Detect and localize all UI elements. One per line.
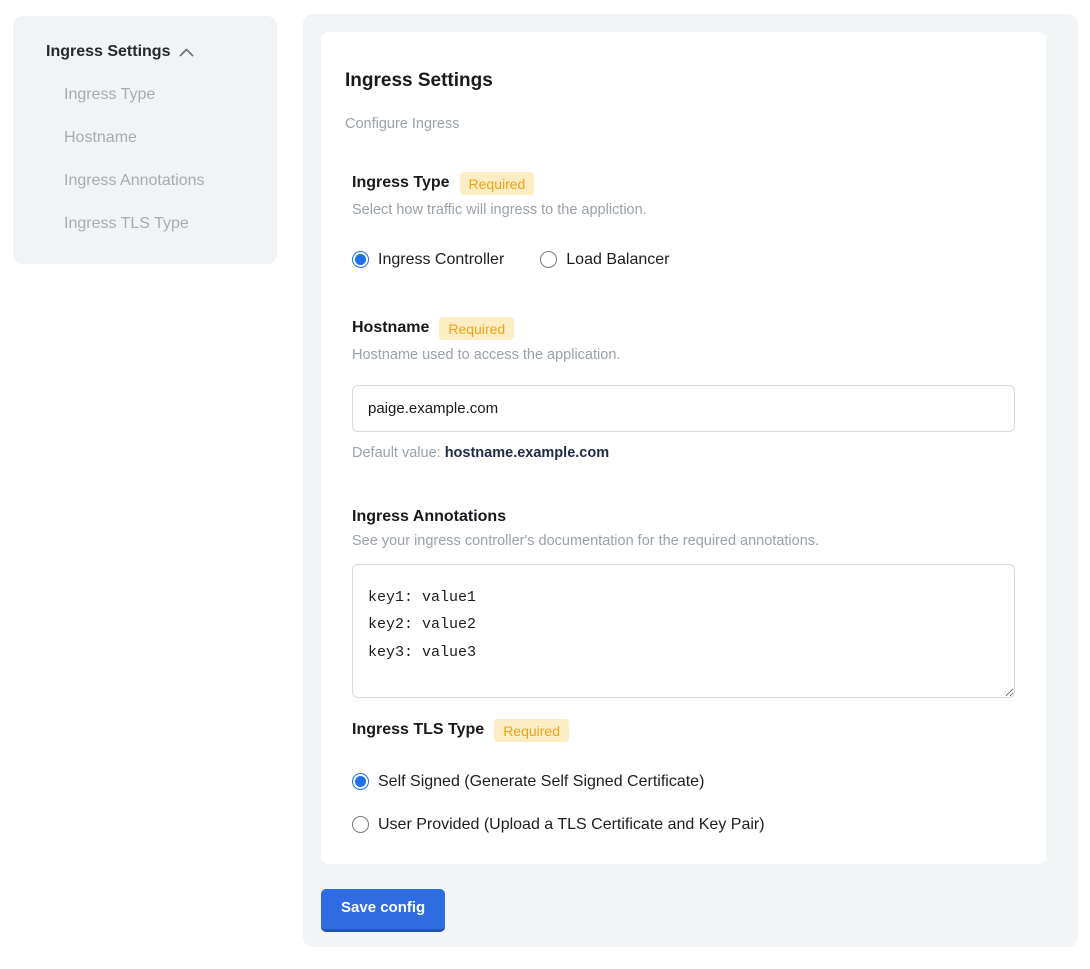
settings-sidebar: Ingress Settings Ingress Type Hostname I…: [13, 16, 277, 264]
chevron-up-icon: [179, 47, 194, 57]
tls-type-heading: Ingress TLS Type: [352, 721, 484, 739]
page-title: Ingress Settings: [345, 70, 1025, 92]
sidebar-item-ingress-annotations[interactable]: Ingress Annotations: [64, 171, 277, 190]
sidebar-item-ingress-tls-type[interactable]: Ingress TLS Type: [64, 214, 277, 233]
hostname-default-value-text: hostname.example.com: [445, 445, 609, 461]
sidebar-item-ingress-type[interactable]: Ingress Type: [64, 85, 277, 104]
radio-label: User Provided (Upload a TLS Certificate …: [378, 816, 765, 834]
radio-load-balancer[interactable]: Load Balancer: [540, 251, 669, 269]
sidebar-group-label: Ingress Settings: [46, 42, 170, 61]
hostname-input[interactable]: [352, 385, 1015, 432]
annotations-textarea[interactable]: key1: value1 key2: value2 key3: value3: [352, 564, 1015, 698]
ingress-type-description: Select how traffic will ingress to the a…: [352, 202, 1025, 218]
tls-type-radio-group: Self Signed (Generate Self Signed Certif…: [352, 773, 1025, 834]
ingress-type-radio-group: Ingress Controller Load Balancer: [352, 251, 1025, 269]
save-config-button[interactable]: Save config: [321, 889, 445, 932]
radio-label: Ingress Controller: [378, 251, 504, 269]
hostname-default-value: Default value: hostname.example.com: [352, 445, 1025, 461]
hostname-heading: Hostname: [352, 319, 429, 337]
annotations-heading: Ingress Annotations: [352, 508, 506, 526]
section-ingress-type: Ingress Type Required Select how traffic…: [352, 172, 1025, 269]
radio-button-icon[interactable]: [352, 251, 369, 268]
page-subtitle: Configure Ingress: [345, 116, 1025, 132]
section-hostname: Hostname Required Hostname used to acces…: [352, 317, 1025, 461]
radio-self-signed[interactable]: Self Signed (Generate Self Signed Certif…: [352, 773, 1025, 791]
radio-label: Load Balancer: [566, 251, 669, 269]
required-badge: Required: [494, 719, 569, 742]
radio-button-icon[interactable]: [352, 816, 369, 833]
radio-button-icon[interactable]: [352, 773, 369, 790]
required-badge: Required: [460, 172, 535, 195]
ingress-settings-card: Ingress Settings Configure Ingress Ingre…: [321, 32, 1046, 864]
radio-user-provided[interactable]: User Provided (Upload a TLS Certificate …: [352, 816, 1025, 834]
hostname-description: Hostname used to access the application.: [352, 347, 1025, 363]
section-ingress-annotations: Ingress Annotations See your ingress con…: [352, 508, 1025, 698]
radio-ingress-controller[interactable]: Ingress Controller: [352, 251, 504, 269]
annotations-description: See your ingress controller's documentat…: [352, 533, 1025, 549]
radio-label: Self Signed (Generate Self Signed Certif…: [378, 773, 704, 791]
ingress-type-heading: Ingress Type: [352, 174, 450, 192]
sidebar-group-ingress-settings[interactable]: Ingress Settings: [46, 42, 277, 61]
radio-button-icon[interactable]: [540, 251, 557, 268]
sidebar-item-hostname[interactable]: Hostname: [64, 128, 277, 147]
required-badge: Required: [439, 317, 514, 340]
settings-panel: Ingress Settings Configure Ingress Ingre…: [303, 14, 1078, 947]
section-ingress-tls-type: Ingress TLS Type Required Self Signed (G…: [352, 719, 1025, 834]
